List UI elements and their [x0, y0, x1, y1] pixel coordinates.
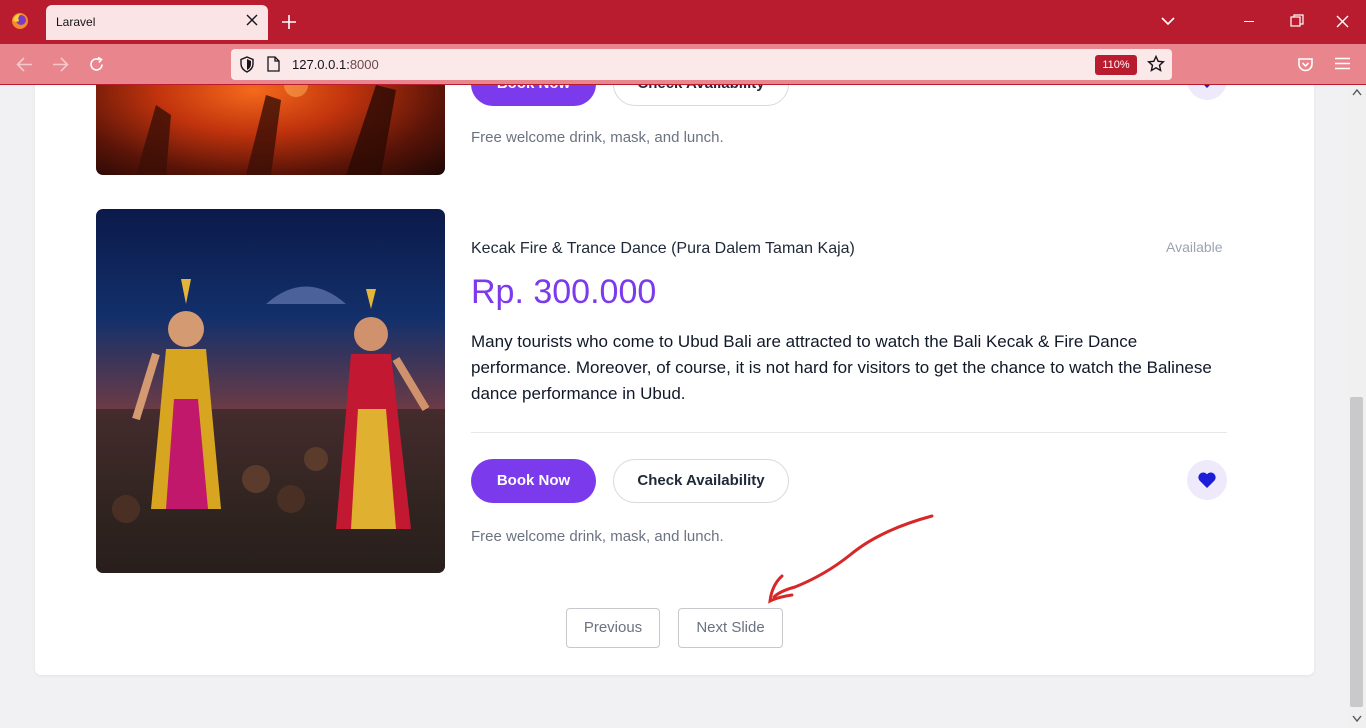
- scroll-up-icon[interactable]: [1352, 88, 1362, 96]
- back-arrow-icon[interactable]: [16, 56, 33, 73]
- previous-button[interactable]: Previous: [566, 608, 660, 648]
- page-icon[interactable]: [267, 56, 280, 72]
- new-tab-icon[interactable]: [281, 14, 297, 30]
- url-port: 8000: [349, 57, 379, 72]
- annotation-arrow: [768, 514, 934, 604]
- url-host: 127.0.0.1:: [292, 57, 350, 72]
- hamburger-menu-icon[interactable]: [1335, 57, 1350, 70]
- pocket-icon[interactable]: [1297, 56, 1314, 73]
- browser-nav-bar: 127.0.0.1:8000 110%: [0, 44, 1366, 85]
- kecak-dancers-photo: [96, 279, 445, 573]
- listing-image-previous: [96, 85, 445, 175]
- heart-icon: [1204, 85, 1210, 88]
- window-close-icon[interactable]: [1336, 15, 1349, 28]
- listing-description: Many tourists who come to Ubud Bali are …: [471, 332, 1212, 403]
- listing-image: [96, 209, 445, 573]
- divider: [471, 432, 1227, 433]
- tab-title: Laravel: [56, 15, 96, 29]
- listing-title: Kecak Fire & Trance Dance (Pura Dalem Ta…: [471, 240, 855, 257]
- favorite-button[interactable]: [1187, 460, 1227, 500]
- address-bar[interactable]: 127.0.0.1:8000 110%: [231, 49, 1172, 80]
- listing-price: Rp. 300.000: [471, 273, 657, 311]
- listing-note: Free welcome drink, mask, and lunch.: [471, 528, 724, 545]
- bookmark-star-icon[interactable]: [1147, 55, 1165, 73]
- availability-status: Available: [1166, 239, 1223, 255]
- heart-icon: [1198, 472, 1216, 488]
- url-text[interactable]: 127.0.0.1:8000: [292, 57, 379, 72]
- browser-tab-bar: Laravel: [0, 0, 1366, 44]
- browser-tab[interactable]: Laravel: [46, 5, 268, 40]
- scroll-down-icon[interactable]: [1352, 715, 1362, 723]
- check-availability-button-previous[interactable]: Check Availability: [613, 85, 789, 106]
- shield-icon[interactable]: [239, 56, 255, 73]
- listing-note-previous: Free welcome drink, mask, and lunch.: [471, 129, 724, 146]
- crowd-photo: [136, 85, 396, 175]
- close-tab-icon[interactable]: [246, 14, 258, 26]
- book-now-button-previous[interactable]: Book Now: [471, 85, 596, 106]
- minimize-icon[interactable]: [1244, 21, 1254, 22]
- zoom-badge[interactable]: 110%: [1095, 55, 1137, 75]
- scrollbar-thumb[interactable]: [1350, 397, 1363, 707]
- restore-icon[interactable]: [1290, 14, 1304, 28]
- vertical-scrollbar[interactable]: [1348, 85, 1366, 728]
- chevron-down-icon[interactable]: [1160, 15, 1176, 27]
- forward-arrow-icon[interactable]: [52, 56, 69, 73]
- page-viewport: Book Now Check Availability Free welcome…: [0, 85, 1348, 728]
- book-now-button[interactable]: Book Now: [471, 459, 596, 503]
- check-availability-button[interactable]: Check Availability: [613, 459, 789, 503]
- firefox-icon[interactable]: [11, 12, 29, 30]
- reload-icon[interactable]: [88, 56, 105, 73]
